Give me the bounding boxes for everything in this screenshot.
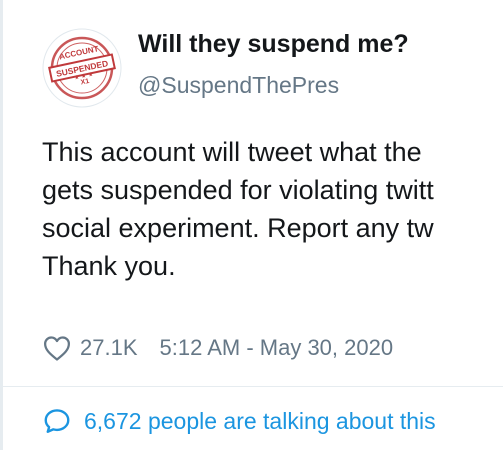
- display-name[interactable]: Will they suspend me?: [138, 30, 409, 59]
- conversation-label[interactable]: 6,672 people are talking about this: [84, 408, 436, 435]
- user-handle[interactable]: @SuspendThePres: [138, 72, 339, 99]
- tweet-text-line: Thank you.: [42, 251, 176, 281]
- profile-avatar[interactable]: ACCOUNT SUSPENDED X1 ★ ★ ★: [42, 28, 122, 108]
- like-count[interactable]: 27.1K: [80, 335, 138, 361]
- tweet-meta: 27.1K 5:12 AM - May 30, 2020: [42, 331, 393, 365]
- card-left-border: [0, 0, 3, 450]
- speech-bubble-icon: [44, 409, 70, 433]
- conversation-link[interactable]: 6,672 people are talking about this: [42, 406, 436, 436]
- tweet-timestamp[interactable]: 5:12 AM - May 30, 2020: [160, 335, 394, 361]
- tweet-text-line: This account will tweet what the: [42, 137, 422, 167]
- divider: [0, 386, 503, 387]
- heart-icon[interactable]: [42, 333, 72, 363]
- tweet-text-line: gets suspended for violating twitt: [42, 175, 434, 205]
- tweet-text: This account will tweet what the gets su…: [42, 133, 503, 285]
- tweet-card: ACCOUNT SUSPENDED X1 ★ ★ ★ Will they sus…: [0, 0, 503, 450]
- tweet-text-line: social experiment. Report any tw: [42, 213, 434, 243]
